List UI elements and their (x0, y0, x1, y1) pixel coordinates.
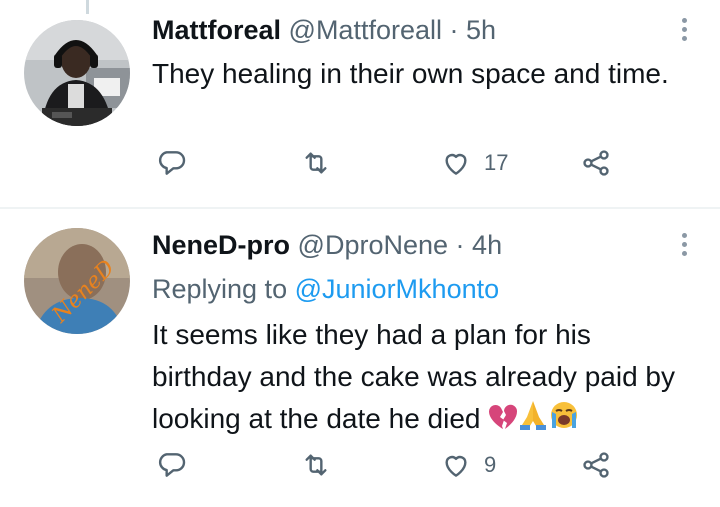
reply-button[interactable] (156, 147, 188, 179)
avatar[interactable] (24, 20, 130, 126)
thread-line (86, 0, 89, 14)
display-name[interactable]: Mattforeal (152, 15, 281, 45)
tweet-header: Mattforeal @Mattforeall · 5h (152, 14, 496, 46)
timestamp[interactable]: 5h (466, 15, 496, 45)
like-button[interactable]: 9 (440, 449, 496, 481)
tweet-text-content: It seems like they had a plan for his bi… (152, 319, 675, 434)
more-icon[interactable] (680, 233, 688, 256)
folded-hands-emoji (518, 399, 548, 443)
like-icon (445, 455, 467, 477)
like-count: 17 (484, 150, 509, 175)
tweet-text: They healing in their own space and time… (152, 58, 669, 89)
retweet-icon (305, 454, 327, 476)
like-button[interactable]: 17 (440, 147, 508, 179)
avatar-image (24, 20, 130, 126)
like-count: 9 (484, 452, 497, 477)
share-button[interactable] (580, 449, 612, 481)
avatar-image: NeneD (24, 228, 130, 334)
tweet-mattforeal[interactable]: Mattforeal @Mattforeall · 5h They healin… (0, 0, 720, 208)
tweet-text: It seems like they had a plan for his bi… (152, 314, 697, 443)
broken-heart-emoji (488, 400, 518, 442)
avatar[interactable]: NeneD (24, 228, 130, 334)
replying-to-label: Replying to (152, 274, 288, 304)
separator: · (455, 230, 465, 260)
timestamp[interactable]: 4h (472, 230, 502, 260)
reply-icon (158, 453, 186, 477)
loudly-crying-face-emoji (548, 400, 580, 442)
retweet-icon (305, 152, 327, 174)
retweet-button[interactable] (300, 147, 332, 179)
handle[interactable]: @Mattforeall (289, 15, 442, 45)
share-icon (583, 150, 609, 176)
replying-to: Replying to @JuniorMkhonto (152, 273, 499, 305)
share-button[interactable] (580, 147, 612, 179)
tweet-nened-pro[interactable]: NeneD NeneD-pro @DproNene · 4h Replying … (0, 209, 720, 507)
tweet-actions: 17 (152, 147, 632, 187)
retweet-button[interactable] (300, 449, 332, 481)
reply-button[interactable] (156, 449, 188, 481)
handle[interactable]: @DproNene (298, 230, 448, 260)
reply-icon (158, 151, 186, 175)
like-icon (445, 153, 467, 175)
more-icon[interactable] (680, 18, 688, 41)
tweet-header: NeneD-pro @DproNene · 4h (152, 229, 502, 261)
separator: · (449, 15, 459, 45)
tweet-actions: 9 (152, 449, 632, 489)
replying-to-handle-link[interactable]: @JuniorMkhonto (295, 274, 500, 304)
display-name[interactable]: NeneD-pro (152, 230, 290, 260)
share-icon (583, 452, 609, 478)
